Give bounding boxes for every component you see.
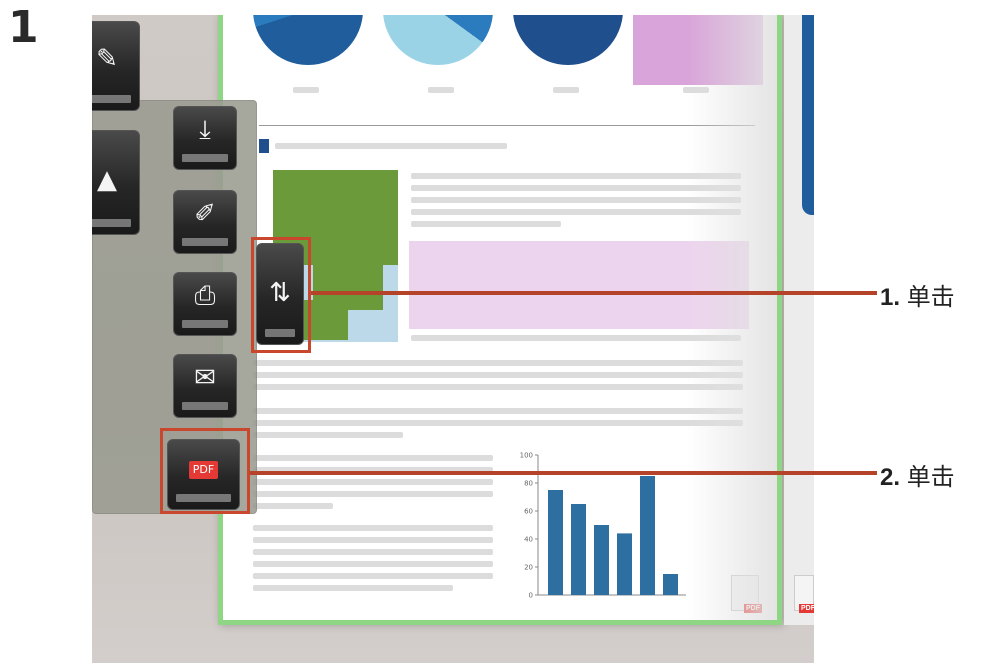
pie-chart-light [383,15,493,65]
text-line [253,537,493,543]
text-line [253,372,743,378]
next-page-blue-panel [802,15,814,215]
callout-1: 1. 单击 [880,277,955,312]
highlighter-icon: ✎ [96,44,118,74]
section-marker [259,139,269,153]
text-line [253,479,493,485]
text-line [253,408,743,414]
bar [594,525,609,595]
bar [663,574,678,595]
highlighter-button[interactable]: ✎ [92,21,140,111]
callout-2-text: 单击 [906,464,955,491]
edit-save-button[interactable]: ✐ [173,190,237,254]
pdf-file-icon: PDF [794,575,814,613]
callout-line-1 [311,291,877,295]
image-button[interactable]: ▲ [92,130,140,235]
image-icon: ▲ [97,165,117,195]
text-line [253,420,743,426]
text-line [411,221,561,227]
printer-icon: ⎙ [194,281,216,311]
highlight-export-pdf-button [160,428,250,514]
caption-line [553,87,579,93]
callout-2-number: 2. [880,464,901,491]
text-line [253,503,333,509]
text-line [253,360,743,366]
bar [548,490,563,595]
callout-line-2 [250,471,877,475]
pie-chart-navy [513,15,623,65]
y-tick-label: 80 [524,480,533,488]
text-line [253,455,493,461]
highlighter-label [92,95,131,103]
text-line [253,525,493,531]
text-line [253,585,453,591]
bar [571,504,586,595]
bar-chart: 100 80 60 40 20 0 [508,445,708,605]
email-label [182,402,228,410]
bar [617,533,632,595]
edit-label [182,238,228,246]
pie-chart-dark [253,15,363,65]
text-line [253,561,493,567]
caption-line [428,87,454,93]
y-tick-label: 20 [524,564,533,572]
step-number: 1 [8,2,39,53]
y-tick-label: 0 [529,592,533,600]
section-heading [275,143,507,149]
callout-1-text: 单击 [906,284,955,311]
divider-rule [259,125,755,126]
inbox-download-icon: ⤓ [199,115,211,145]
bar-chart-svg: 100 80 60 40 20 0 [520,452,686,600]
save-to-inbox-button[interactable]: ⤓ [173,106,237,170]
caption-line [293,87,319,93]
envelope-icon: ✉ [194,363,216,393]
image-label [92,219,131,227]
text-line [253,432,403,438]
print-button[interactable]: ⎙ [173,272,237,336]
text-line [253,549,493,555]
y-tick-label: 100 [520,452,533,460]
text-line [253,384,743,390]
callout-2: 2. 单击 [880,457,955,492]
text-line [253,573,493,579]
y-tick-label: 60 [524,508,533,516]
callout-1-number: 1. [880,284,901,311]
app-screenshot: PDF 100806040200 PDF ✎ ▲ ⤓ ✐ ⎙ ✉ PDF [92,15,814,663]
bar [640,476,655,595]
text-line [253,491,493,497]
y-tick-label: 40 [524,536,533,544]
highlight-transfer-button [251,237,311,353]
inbox-edit-icon: ✐ [194,199,216,229]
save-label [182,154,228,162]
email-button[interactable]: ✉ [173,354,237,418]
print-label [182,320,228,328]
